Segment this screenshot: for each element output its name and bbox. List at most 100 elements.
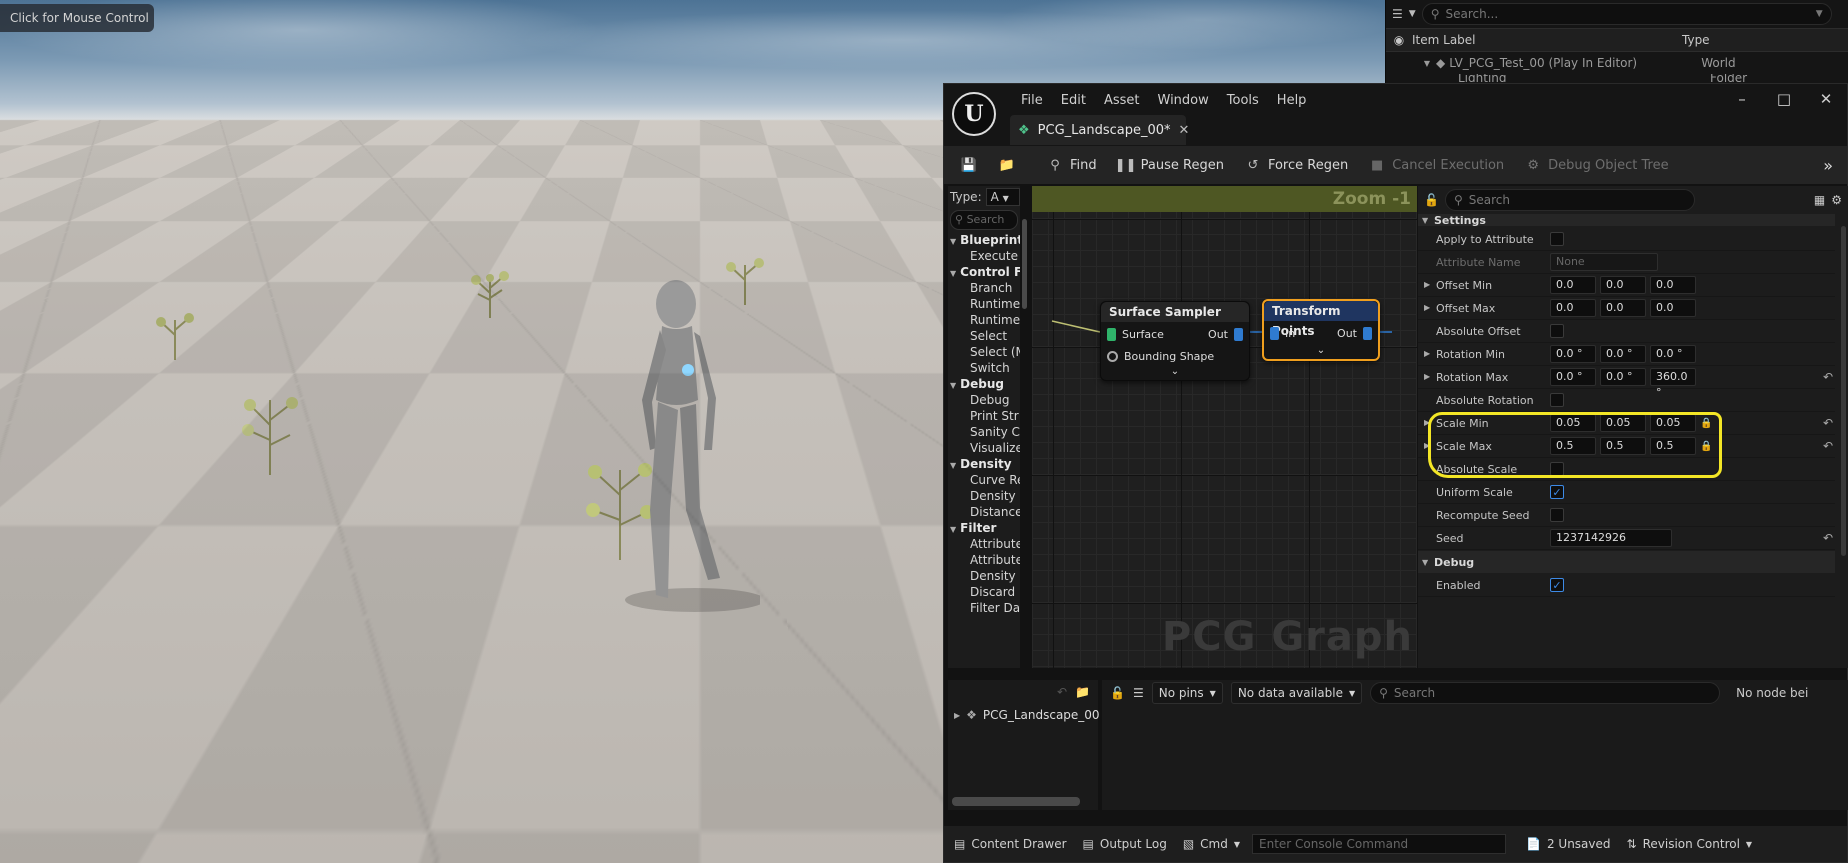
input-pin[interactable] [1107,350,1118,362]
details-search-input[interactable]: ⚲ Search [1444,189,1695,211]
attribute-search-input[interactable]: ⚲ Search [1370,682,1721,704]
menu-tools[interactable]: Tools [1218,90,1268,112]
lock-icon[interactable]: 🔓 [1424,193,1439,207]
offset-max-y[interactable]: 0.0 [1600,299,1646,317]
data-dropdown[interactable]: No data available ▼ [1230,682,1363,704]
close-icon[interactable]: ✕ [1805,88,1847,110]
offset-min-z[interactable]: 0.0 [1650,276,1696,294]
unsaved-button[interactable]: 📄 2 Unsaved [1522,837,1615,851]
offset-max-x[interactable]: 0.0 [1550,299,1596,317]
palette-category[interactable]: Filter [948,520,1020,536]
chevron-down-icon[interactable]: ⌄ [1264,345,1378,361]
gear-icon[interactable]: ⚙ [1831,193,1842,207]
palette-category[interactable]: Debug [948,376,1020,392]
rotation-max-y[interactable]: 0.0 ° [1600,368,1646,386]
content-drawer-button[interactable]: ▤ Content Drawer [950,837,1071,851]
minimize-icon[interactable]: – [1721,88,1763,110]
rotation-max-z[interactable]: 360.0 ° [1650,368,1696,399]
seed-field[interactable]: 1237142926 [1550,529,1672,547]
uniform-scale-checkbox[interactable]: ✓ [1550,485,1564,499]
chevron-down-icon[interactable]: ▼ [1386,59,1436,68]
chevron-down-icon[interactable]: ▼ [1409,9,1416,19]
palette-item[interactable]: Execute [948,248,1020,264]
column-type[interactable]: Type [1662,33,1710,47]
palette-item[interactable]: Runtime [948,312,1020,328]
output-pin[interactable] [1363,326,1372,340]
outliner-row[interactable]: Lighting Folder [1386,74,1848,82]
pause-regen-button[interactable]: ❚❚ Pause Regen [1109,151,1232,179]
offset-min-y[interactable]: 0.0 [1600,276,1646,294]
close-tab-icon[interactable]: ✕ [1179,123,1190,138]
palette-item[interactable]: Print Str [948,408,1020,424]
details-scrollbar[interactable] [1841,226,1846,556]
browse-button[interactable]: 📁 [990,151,1024,179]
node-transform-points[interactable]: Transform Points In Out ⌄ [1262,299,1380,361]
menu-help[interactable]: Help [1268,90,1316,112]
revision-control-button[interactable]: ⇅ Revision Control ▼ [1623,837,1757,851]
outliner-row[interactable]: ▼ ◆ LV_PCG_Test_00 (Play In Editor) Worl… [1386,52,1848,74]
debug-object-tree-button[interactable]: ⚙ Debug Object Tree [1516,151,1676,179]
offset-min-x[interactable]: 0.0 [1550,276,1596,294]
console-input[interactable]: Enter Console Command [1252,834,1507,854]
palette-category[interactable]: Blueprint [948,232,1020,248]
mouse-control-hint[interactable]: Click for Mouse Control [0,4,154,32]
palette-item[interactable]: Attribute [948,536,1020,552]
palette-item[interactable]: Debug [948,392,1020,408]
input-pin[interactable] [1270,326,1279,340]
chevron-right-icon[interactable]: ▶ [954,711,960,720]
section-settings[interactable]: Settings [1418,214,1835,226]
palette-item[interactable]: Density [948,568,1020,584]
chevron-down-icon[interactable]: ⌄ [1101,366,1249,382]
palette-item[interactable]: Curve Re [948,472,1020,488]
palette-item[interactable]: Filter Da [948,600,1020,616]
maximize-icon[interactable]: □ [1763,88,1805,110]
palette-category[interactable]: Density [948,456,1020,472]
table-view-icon[interactable]: ▦ [1814,193,1825,207]
reset-arrow-icon[interactable]: ↶ [1823,370,1833,384]
menu-asset[interactable]: Asset [1095,90,1149,112]
output-log-button[interactable]: ▤ Output Log [1079,837,1171,851]
absolute-offset-checkbox[interactable] [1550,324,1564,338]
palette-search-input[interactable]: ⚲ Search [950,210,1018,230]
filter-icon[interactable]: ☰ [1133,686,1144,700]
tree-scrollbar[interactable] [952,797,1080,806]
outliner-search-input[interactable]: ⚲ Search... ▼ [1421,3,1832,25]
tab-pcg-landscape[interactable]: ❖ PCG_Landscape_00* ✕ [1010,115,1189,145]
palette-scrollbar[interactable] [1022,219,1027,309]
reset-arrow-icon[interactable]: ↶ [1823,416,1833,430]
palette-item[interactable]: Attribute [948,552,1020,568]
palette-category[interactable]: Control Flow [948,264,1020,280]
palette-item[interactable]: Visualize [948,440,1020,456]
folder-icon[interactable]: 📁 [1075,685,1090,699]
tree-item[interactable]: ▶ ❖ PCG_Landscape_00 [948,704,1100,726]
reset-arrow-icon[interactable]: ↶ [1823,531,1833,545]
palette-item[interactable]: Branch [948,280,1020,296]
offset-max-z[interactable]: 0.0 [1650,299,1696,317]
graph-canvas[interactable]: Zoom -1 PCG Graph Surface Sampler Surfac… [1032,186,1417,668]
output-pin[interactable] [1234,327,1243,341]
type-select[interactable]: A ▼ [985,188,1020,206]
section-debug[interactable]: Debug [1418,551,1835,573]
overflow-chevron-icon[interactable]: » [1823,156,1839,175]
cmd-dropdown[interactable]: ▧ Cmd ▼ [1179,837,1244,851]
eye-icon[interactable]: ◉ [1386,33,1412,47]
menu-file[interactable]: File [1012,90,1052,112]
cancel-execution-button[interactable]: ■ Cancel Execution [1360,151,1512,179]
pins-dropdown[interactable]: No pins ▼ [1151,682,1223,704]
input-pin[interactable] [1107,327,1116,341]
absolute-rotation-checkbox[interactable] [1550,393,1564,407]
recompute-seed-checkbox[interactable] [1550,508,1564,522]
back-icon[interactable]: ↶ [1057,685,1067,699]
attribute-name-field[interactable]: None [1550,253,1658,271]
palette-item[interactable]: Discard [948,584,1020,600]
palette-item[interactable]: Sanity C [948,424,1020,440]
enabled-checkbox[interactable]: ✓ [1550,578,1564,592]
force-regen-button[interactable]: ↺ Force Regen [1236,151,1356,179]
column-item-label[interactable]: Item Label [1412,33,1662,47]
rotation-min-y[interactable]: 0.0 ° [1600,345,1646,363]
chevron-down-icon[interactable]: ▼ [1816,9,1823,19]
palette-item[interactable]: Density [948,488,1020,504]
rotation-min-x[interactable]: 0.0 ° [1550,345,1596,363]
node-surface-sampler[interactable]: Surface Sampler Surface Out Bounding Sha… [1100,301,1250,381]
palette-item[interactable]: Select (M [948,344,1020,360]
